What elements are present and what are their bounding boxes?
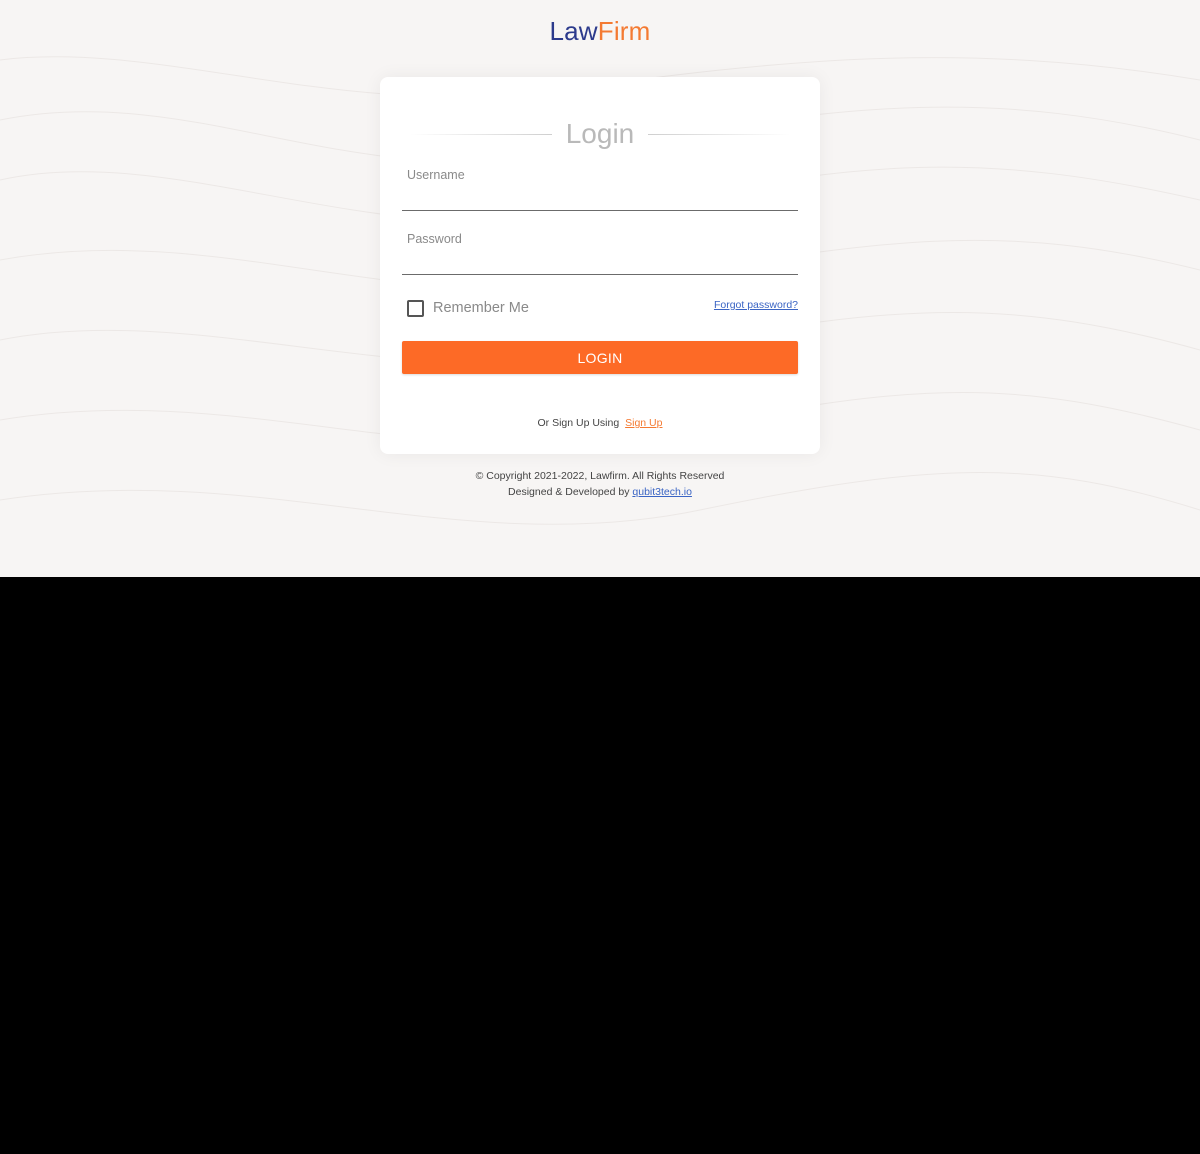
login-title-row: Login: [410, 115, 790, 151]
brand-logo: LawFirm: [0, 16, 1200, 47]
designed-by-text: Designed & Developed by: [508, 486, 630, 498]
developer-link[interactable]: qubit3tech.io: [632, 486, 692, 498]
forgot-password-link[interactable]: Forgot password?: [714, 299, 798, 311]
login-page: LawFirm Login Username Password Remember…: [0, 0, 1200, 577]
brand-logo-part2: Firm: [597, 16, 651, 46]
signup-link[interactable]: Sign Up: [625, 417, 662, 429]
remember-me-checkbox[interactable]: [407, 299, 424, 317]
login-button[interactable]: LOGIN: [402, 341, 798, 374]
signup-row: Or Sign Up Using Sign Up: [380, 417, 820, 429]
signup-prompt: Or Sign Up Using: [537, 417, 620, 429]
page-footer: © Copyright 2021-2022, Lawfirm. All Righ…: [0, 468, 1200, 500]
title-divider-right: [648, 134, 790, 135]
username-input[interactable]: [402, 185, 798, 211]
remember-me-toggle[interactable]: Remember Me: [407, 299, 529, 317]
brand-logo-part1: Law: [549, 16, 598, 46]
designed-by-row: Designed & Developed by qubit3tech.io: [0, 484, 1200, 500]
password-label: Password: [407, 232, 462, 246]
remember-me-label: Remember Me: [433, 300, 529, 316]
password-input[interactable]: [402, 249, 798, 275]
copyright-text: © Copyright 2021-2022, Lawfirm. All Righ…: [475, 470, 725, 482]
username-label: Username: [407, 168, 465, 182]
login-card: Login Username Password Remember Me Forg…: [380, 77, 820, 454]
